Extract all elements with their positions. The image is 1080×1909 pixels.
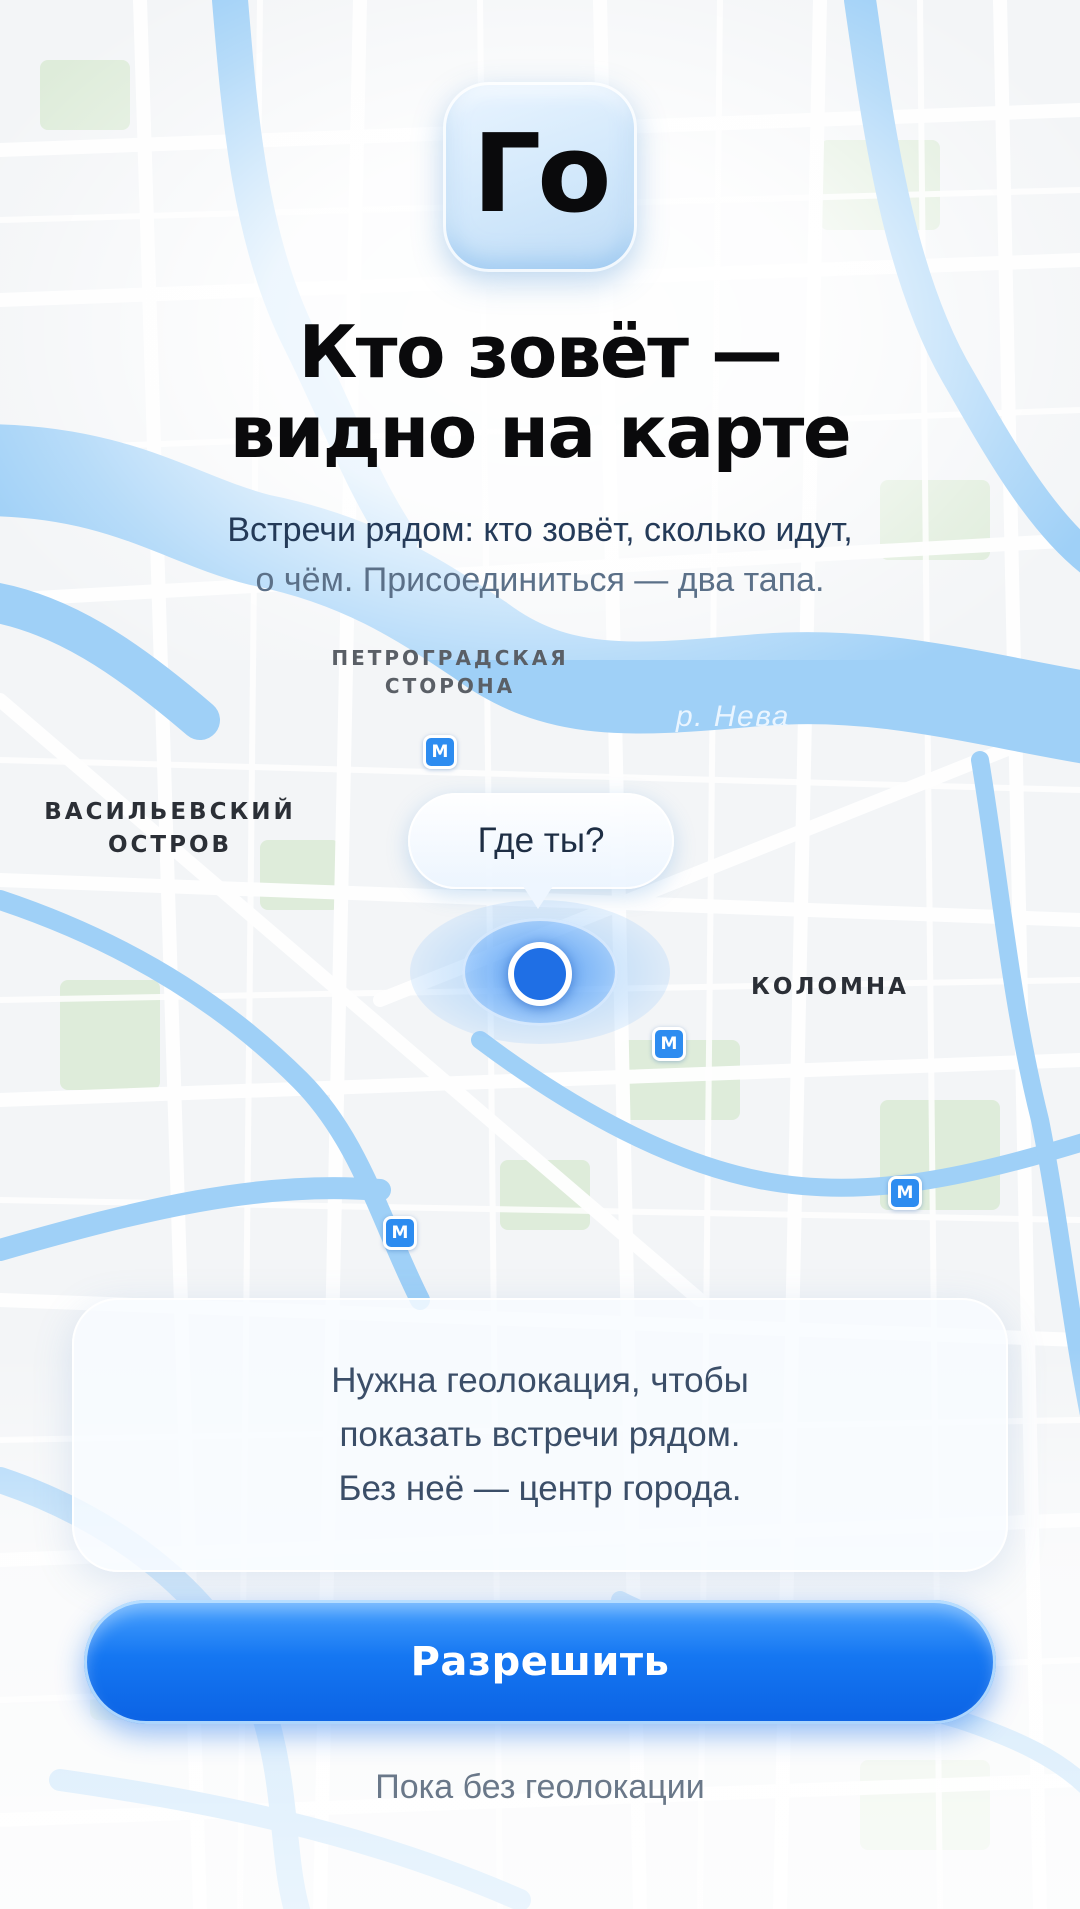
metro-icon: М xyxy=(383,1216,417,1250)
title-line-2: видно на карте xyxy=(229,390,852,474)
page-title: Кто зовёт — видно на карте xyxy=(0,312,1080,472)
metro-icon: М xyxy=(423,735,457,769)
app-logo-icon: Го xyxy=(443,82,637,272)
speech-bubble-tail xyxy=(521,883,555,909)
metro-icon: М xyxy=(888,1176,922,1210)
page-subtitle: Встречи рядом: кто зовёт, сколько идут, … xyxy=(0,505,1080,605)
screen: Го Кто зовёт — видно на карте Встречи ря… xyxy=(0,0,1080,1909)
subtitle-line-1: Встречи рядом: кто зовёт, сколько идут, xyxy=(227,511,853,549)
district-label-kolomna: КОЛОМНА xyxy=(751,974,909,1000)
allow-location-button[interactable]: Разрешить xyxy=(84,1600,996,1724)
geolocation-explanation: Нужна геолокация, чтобы показать встречи… xyxy=(331,1361,749,1508)
district-label-vasilievsky: ВАСИЛЬЕВСКИЙ ОСТРОВ xyxy=(44,799,296,858)
app-logo-text: Го xyxy=(472,111,611,237)
user-location-dot-icon xyxy=(508,942,572,1006)
allow-location-button-label: Разрешить xyxy=(410,1639,670,1685)
metro-icon: М xyxy=(652,1027,686,1061)
river-label-neva: р. Нева xyxy=(676,700,790,733)
skip-location-link[interactable]: Пока без геолокации xyxy=(0,1768,1080,1807)
subtitle-line-2: о чём. Присоединиться — два тапа. xyxy=(255,561,825,599)
speech-bubble: Где ты? xyxy=(408,793,674,889)
title-line-1: Кто зовёт — xyxy=(298,310,783,394)
district-label-petrogradskaya: ПЕТРОГРАДСКАЯ СТОРОНА xyxy=(331,646,569,698)
geolocation-info-card: Нужна геолокация, чтобы показать встречи… xyxy=(72,1298,1008,1572)
